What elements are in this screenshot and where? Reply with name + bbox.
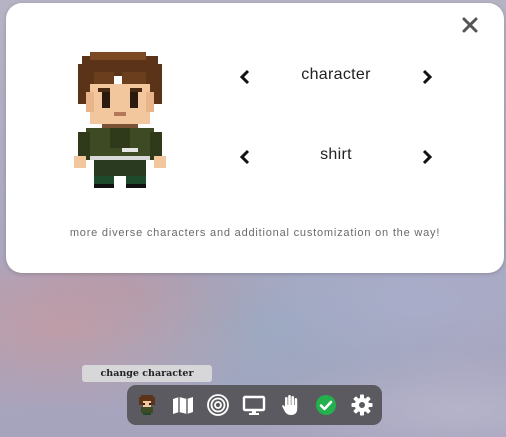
character-preview	[70, 51, 170, 189]
hand-icon	[282, 395, 298, 415]
settings-button[interactable]	[350, 393, 374, 417]
close-icon	[462, 17, 478, 33]
map-icon	[173, 397, 193, 414]
character-selector-label: character	[301, 66, 371, 83]
target-icon	[207, 394, 229, 416]
previous-character-button[interactable]	[237, 68, 255, 86]
next-shirt-button[interactable]	[417, 148, 435, 166]
chevron-right-icon	[422, 149, 433, 165]
map-button[interactable]	[171, 393, 195, 417]
screen-share-button[interactable]	[242, 393, 266, 417]
raise-hand-button[interactable]	[278, 393, 302, 417]
chevron-right-icon	[422, 69, 433, 85]
change-character-button[interactable]	[135, 393, 159, 417]
character-avatar-icon	[139, 395, 155, 415]
bottom-toolbar	[127, 385, 382, 425]
next-character-button[interactable]	[417, 68, 435, 86]
check-circle-icon	[316, 395, 336, 415]
close-button[interactable]	[460, 15, 480, 35]
status-check-button[interactable]	[314, 393, 338, 417]
target-button[interactable]	[206, 393, 230, 417]
shirt-selector: shirt	[231, 144, 441, 170]
shirt-selector-label: shirt	[320, 146, 352, 163]
character-customization-dialog: character shirt more diverse characters …	[6, 3, 504, 273]
character-selector: character	[231, 64, 441, 90]
gear-icon	[351, 394, 373, 416]
monitor-icon	[242, 395, 266, 415]
chevron-left-icon	[239, 69, 250, 85]
tooltip: change character	[82, 365, 212, 382]
pixel-character-sprite	[74, 52, 166, 188]
previous-shirt-button[interactable]	[237, 148, 255, 166]
coming-soon-note: more diverse characters and additional c…	[69, 227, 441, 239]
chevron-left-icon	[239, 149, 250, 165]
